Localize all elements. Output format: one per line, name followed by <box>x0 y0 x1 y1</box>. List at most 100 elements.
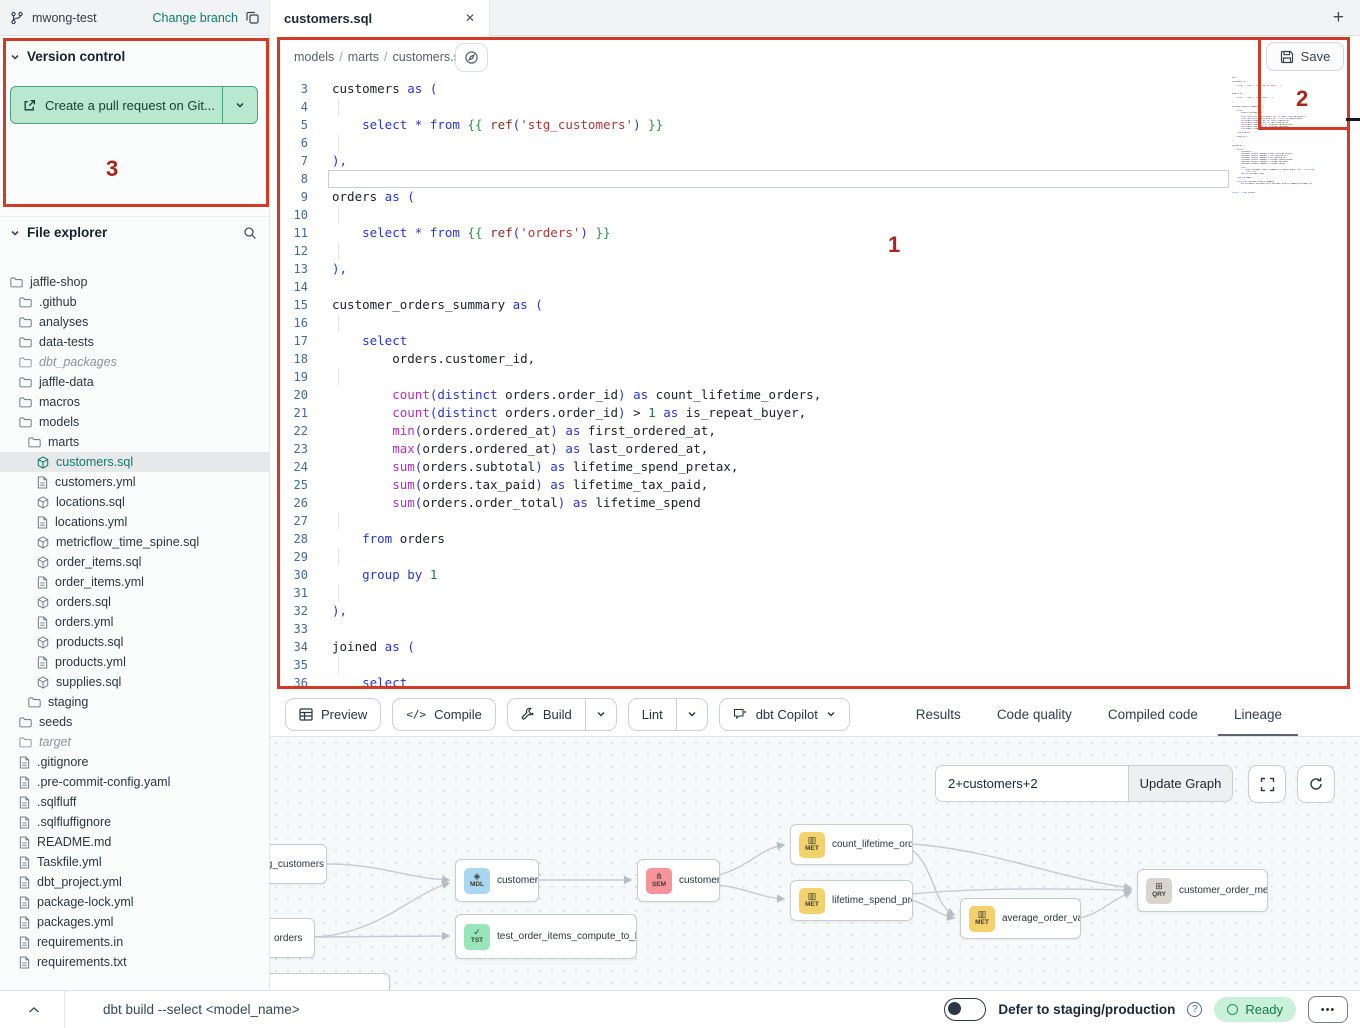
create-pr-dropdown[interactable] <box>222 87 257 123</box>
tab-customers-sql[interactable]: customers.sql ✕ <box>270 0 490 36</box>
code-line[interactable]: 18 orders.customer_id, <box>270 350 1360 368</box>
tree-item-models[interactable]: models <box>0 412 269 432</box>
code-line[interactable]: 17 select <box>270 332 1360 350</box>
fullscreen-button[interactable] <box>1248 765 1286 803</box>
code-line[interactable]: 10 <box>270 206 1360 224</box>
tree-item-customers-sql[interactable]: customers.sql <box>0 452 269 472</box>
change-branch-link[interactable]: Change branch <box>153 11 238 25</box>
code-line[interactable]: 5 select * from {{ ref('stg_customers') … <box>270 116 1360 134</box>
code-area[interactable]: 23customers as (45 select * from {{ ref(… <box>270 75 1360 692</box>
lineage-node-customers[interactable]: ⋔SEMcustomers <box>637 859 720 902</box>
lint-dropdown[interactable] <box>676 699 707 730</box>
code-line[interactable]: 21 count(distinct orders.order_id) > 1 a… <box>270 404 1360 422</box>
refresh-button[interactable] <box>1297 765 1335 803</box>
code-line[interactable]: 32), <box>270 602 1360 620</box>
lineage-panel[interactable]: stg_customersorders◈MDLcustomers✓TSTtest… <box>270 736 1360 991</box>
file-explorer-header[interactable]: File explorer <box>10 225 257 240</box>
code-line[interactable]: 11 select * from {{ ref('orders') }} <box>270 224 1360 242</box>
tree-item-data-tests[interactable]: data-tests <box>0 332 269 352</box>
code-line[interactable]: 13), <box>270 260 1360 278</box>
tree-item-orders-sql[interactable]: orders.sql <box>0 592 269 612</box>
tree-item-taskfile-yml[interactable]: Taskfile.yml <box>0 852 269 872</box>
code-line[interactable]: 4 <box>270 98 1360 116</box>
breadcrumb-models[interactable]: models <box>294 50 334 64</box>
close-icon[interactable]: ✕ <box>465 11 475 25</box>
code-line[interactable]: 29 <box>270 548 1360 566</box>
lineage-node-partial[interactable] <box>270 973 390 991</box>
code-line[interactable]: 14 <box>270 278 1360 296</box>
tree-item--gitignore[interactable]: .gitignore <box>0 752 269 772</box>
tree-item-locations-sql[interactable]: locations.sql <box>0 492 269 512</box>
copilot-button[interactable]: dbt Copilot <box>719 698 850 731</box>
tree-item-jaffle-data[interactable]: jaffle-data <box>0 372 269 392</box>
new-tab-icon[interactable]: + <box>1333 8 1344 27</box>
tree-item-locations-yml[interactable]: locations.yml <box>0 512 269 532</box>
code-line[interactable]: 28 from orders <box>270 530 1360 548</box>
tree-item-readme-md[interactable]: README.md <box>0 832 269 852</box>
tree-item-seeds[interactable]: seeds <box>0 712 269 732</box>
code-line[interactable]: 7), <box>270 152 1360 170</box>
code-line[interactable]: 36 select <box>270 674 1360 692</box>
tree-item-requirements-in[interactable]: requirements.in <box>0 932 269 952</box>
tree-item--github[interactable]: .github <box>0 292 269 312</box>
code-line[interactable]: 9orders as ( <box>270 188 1360 206</box>
tree-item-marts[interactable]: marts <box>0 432 269 452</box>
compile-button[interactable]: </> Compile <box>392 698 496 731</box>
tree-item-dbt-project-yml[interactable]: dbt_project.yml <box>0 872 269 892</box>
create-pr-main[interactable]: Create a pull request on Git... <box>11 87 222 123</box>
code-line[interactable]: 6 <box>270 134 1360 152</box>
copy-icon[interactable] <box>246 11 259 24</box>
tree-item-metricflow-time-spine-sql[interactable]: metricflow_time_spine.sql <box>0 532 269 552</box>
code-line[interactable]: 12 <box>270 242 1360 260</box>
tree-item-analyses[interactable]: analyses <box>0 312 269 332</box>
code-line[interactable]: 20 count(distinct orders.order_id) as co… <box>270 386 1360 404</box>
tab-lineage[interactable]: Lineage <box>1234 692 1282 736</box>
tree-item-staging[interactable]: staging <box>0 692 269 712</box>
more-options-button[interactable]: ••• <box>1308 996 1348 1023</box>
lineage-node-average-order-value[interactable]: ▥METaverage_order_value <box>960 898 1081 939</box>
tree-item-packages-yml[interactable]: packages.yml <box>0 912 269 932</box>
build-dropdown[interactable] <box>585 699 616 730</box>
code-line[interactable]: 35 <box>270 656 1360 674</box>
code-line[interactable]: 30 group by 1 <box>270 566 1360 584</box>
code-line[interactable]: 24 sum(orders.subtotal) as lifetime_spen… <box>270 458 1360 476</box>
tree-item-customers-yml[interactable]: customers.yml <box>0 472 269 492</box>
version-control-header[interactable]: Version control <box>10 49 259 64</box>
save-button[interactable]: Save <box>1266 42 1344 71</box>
tree-item-package-lock-yml[interactable]: package-lock.yml <box>0 892 269 912</box>
chevron-up-icon[interactable] <box>28 1006 40 1014</box>
lint-button[interactable]: Lint <box>628 698 708 731</box>
lineage-node-orders[interactable]: orders <box>270 918 315 958</box>
minimap[interactable]: withcustomers as ( select * from {{ ref(… <box>1232 77 1324 194</box>
create-pr-button[interactable]: Create a pull request on Git... <box>10 86 258 124</box>
code-line[interactable]: 19 <box>270 368 1360 386</box>
tree-item-order-items-sql[interactable]: order_items.sql <box>0 552 269 572</box>
search-icon[interactable] <box>243 226 257 240</box>
tree-item-orders-yml[interactable]: orders.yml <box>0 612 269 632</box>
code-line[interactable]: 15customer_orders_summary as ( <box>270 296 1360 314</box>
tree-item-products-sql[interactable]: products.sql <box>0 632 269 652</box>
code-line[interactable]: 22 min(orders.ordered_at) as first_order… <box>270 422 1360 440</box>
tree-item--sqlfluffignore[interactable]: .sqlfluffignore <box>0 812 269 832</box>
code-line[interactable]: 31 <box>270 584 1360 602</box>
code-line[interactable]: 26 sum(orders.order_total) as lifetime_s… <box>270 494 1360 512</box>
lineage-node-lifetime-spend-pretax[interactable]: ▥METlifetime_spend_pretax <box>790 880 913 921</box>
tree-item-requirements-txt[interactable]: requirements.txt <box>0 952 269 972</box>
code-line[interactable]: 8 <box>270 170 1360 188</box>
tree-item-jaffle-shop[interactable]: jaffle-shop <box>0 272 269 292</box>
tree-item-order-items-yml[interactable]: order_items.yml <box>0 572 269 592</box>
compass-icon-button[interactable] <box>455 43 488 72</box>
tree-item-macros[interactable]: macros <box>0 392 269 412</box>
lineage-selector-input[interactable] <box>935 765 1128 802</box>
lineage-node-customers[interactable]: ◈MDLcustomers <box>455 859 539 902</box>
code-line[interactable]: 3customers as ( <box>270 80 1360 98</box>
tree-item-supplies-sql[interactable]: supplies.sql <box>0 672 269 692</box>
tree-item--pre-commit-config-yaml[interactable]: .pre-commit-config.yaml <box>0 772 269 792</box>
lineage-node-count-lifetime-orders[interactable]: ▥METcount_lifetime_orders <box>790 824 913 865</box>
command-input[interactable]: dbt build --select <model_name> <box>103 1002 300 1017</box>
code-line[interactable]: 34joined as ( <box>270 638 1360 656</box>
tree-item-products-yml[interactable]: products.yml <box>0 652 269 672</box>
tab-compiled-code[interactable]: Compiled code <box>1108 692 1198 736</box>
lineage-node-stg-customers[interactable]: stg_customers <box>270 844 327 884</box>
code-line[interactable]: 25 sum(orders.tax_paid) as lifetime_tax_… <box>270 476 1360 494</box>
